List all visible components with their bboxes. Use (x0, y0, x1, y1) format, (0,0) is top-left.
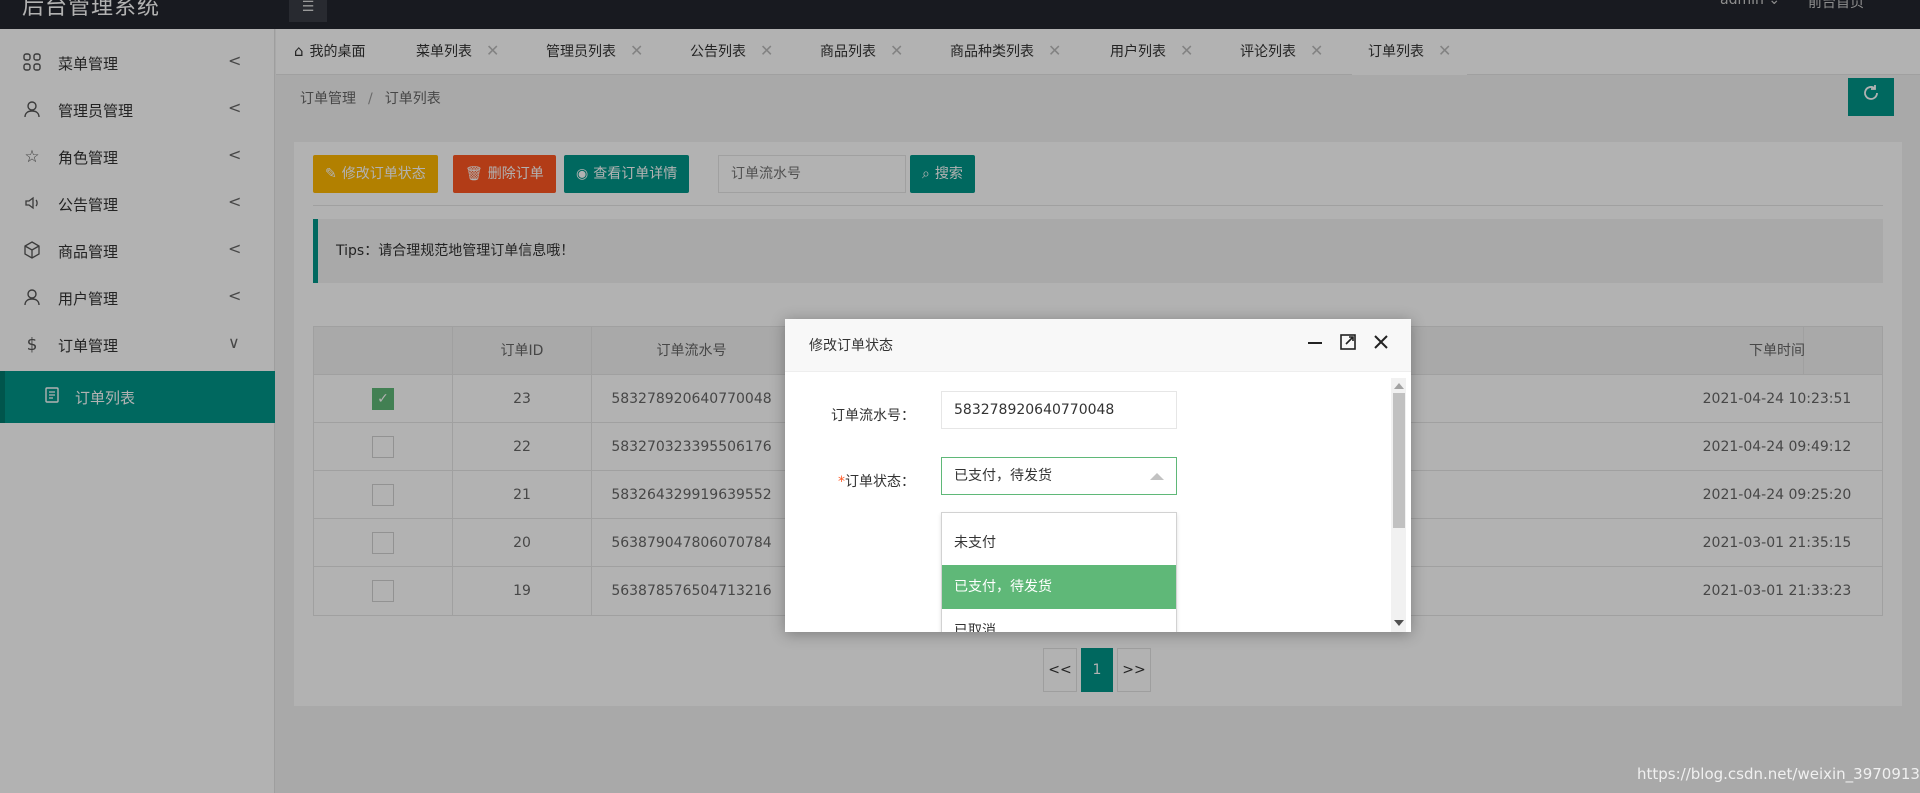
dialog-scrollbar[interactable] (1391, 378, 1406, 632)
status-dropdown: 未支付 已支付，待发货 已取消 (941, 512, 1177, 632)
status-option-unpaid[interactable]: 未支付 (942, 521, 1176, 565)
watermark: https://blog.csdn.net/weixin_39709134 (1637, 765, 1920, 783)
status-label-text: 订单状态： (845, 474, 915, 490)
minimize-icon[interactable] (1304, 333, 1326, 355)
required-marker: * (838, 474, 845, 490)
scroll-up-arrow-icon[interactable] (1394, 383, 1404, 389)
caret-up-icon (1150, 473, 1164, 480)
status-option-cancelled[interactable]: 已取消 (942, 609, 1176, 632)
scroll-down-arrow-icon[interactable] (1394, 620, 1404, 626)
serial-field[interactable]: 583278920640770048 (941, 391, 1177, 429)
scrollbar-thumb[interactable] (1393, 393, 1405, 528)
status-label: *订单状态： (785, 471, 915, 491)
close-icon[interactable] (1370, 333, 1392, 355)
dialog-header: 修改订单状态 (785, 319, 1411, 372)
dialog-title: 修改订单状态 (809, 338, 893, 354)
edit-status-dialog: 修改订单状态 订单流水号： 583278920640770048 *订单状态： … (785, 319, 1411, 632)
status-option-paid[interactable]: 已支付，待发货 (942, 565, 1176, 609)
maximize-icon[interactable] (1337, 333, 1359, 355)
status-select[interactable]: 已支付，待发货 (941, 457, 1177, 495)
serial-label: 订单流水号： (831, 408, 915, 424)
status-select-value: 已支付，待发货 (954, 468, 1052, 484)
